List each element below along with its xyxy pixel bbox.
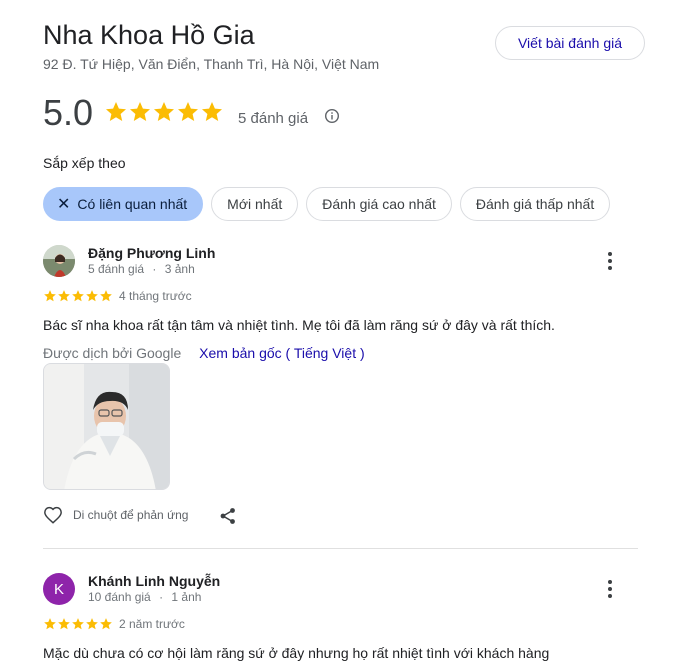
sort-chips: ✕ Có liên quan nhất Mới nhất Đánh giá ca…: [43, 187, 611, 221]
star-icon: [100, 290, 112, 302]
review-time: 2 năm trước: [119, 617, 185, 631]
star-icon: [86, 618, 98, 630]
reviewer-photo-count: 1 ảnh: [171, 590, 202, 604]
star-icon: [44, 618, 56, 630]
review-stars: [43, 289, 113, 303]
star-icon: [72, 618, 84, 630]
star-icon: [130, 102, 150, 121]
sort-chip-relevant[interactable]: ✕ Có liên quan nhất: [43, 187, 204, 221]
star-icon: [178, 102, 198, 121]
react-row: Di chuột để phản ứng: [43, 506, 188, 524]
reviewer-name[interactable]: Khánh Linh Nguyễn: [88, 573, 220, 589]
reviewer-review-count: 10 đánh giá: [88, 590, 151, 604]
heart-icon[interactable]: [43, 506, 63, 524]
write-review-button[interactable]: Viết bài đánh giá: [495, 26, 645, 60]
overall-rating: 5.0: [43, 92, 94, 133]
star-icon: [106, 102, 126, 121]
see-original-link[interactable]: Xem bản gốc ( Tiếng Việt ): [199, 345, 365, 361]
more-options-icon[interactable]: [600, 251, 620, 271]
sort-chip-newest[interactable]: Mới nhất: [211, 187, 299, 221]
sort-chip-highest[interactable]: Đánh giá cao nhất: [306, 187, 452, 221]
place-title: Nha Khoa Hồ Gia: [43, 20, 255, 50]
avatar[interactable]: K: [43, 573, 75, 605]
chip-label: Mới nhất: [227, 196, 283, 212]
review-text: Bác sĩ nha khoa rất tận tâm và nhiệt tìn…: [43, 317, 555, 333]
dentist-photo: [44, 364, 169, 489]
place-address: 92 Đ. Tứ Hiệp, Văn Điển, Thanh Trì, Hà N…: [43, 56, 380, 72]
reviewer-review-count: 5 đánh giá: [88, 262, 145, 276]
star-icon: [154, 102, 174, 121]
translated-by: Được dịch bởi Google: [43, 345, 182, 361]
star-icon: [86, 290, 98, 302]
star-icon: [100, 618, 112, 630]
reviewer-photo-count: 3 ảnh: [164, 262, 195, 276]
avatar[interactable]: [43, 245, 75, 277]
sort-chip-lowest[interactable]: Đánh giá thấp nhất: [459, 187, 611, 221]
star-icon: [58, 290, 70, 302]
meta-separator: ·: [152, 262, 157, 276]
review-photo[interactable]: [43, 363, 170, 490]
react-label: Di chuột để phản ứng: [73, 508, 189, 522]
overall-stars: [104, 100, 224, 124]
reviewer-meta: 5 đánh giá · 3 ảnh: [88, 262, 195, 276]
chip-label: Có liên quan nhất: [77, 196, 188, 212]
more-options-icon[interactable]: [600, 579, 620, 599]
reviewer-name[interactable]: Đặng Phương Linh: [88, 245, 215, 261]
share-icon[interactable]: [219, 507, 237, 525]
reviewer-meta: 10 đánh giá · 1 ảnh: [88, 590, 201, 604]
chip-label: Đánh giá thấp nhất: [475, 196, 595, 212]
review-text: Mặc dù chưa có cơ hội làm răng sứ ở đây …: [43, 645, 550, 661]
review-stars: [43, 617, 113, 631]
translation-note: Được dịch bởi Google Xem bản gốc ( Tiếng…: [43, 345, 365, 361]
star-icon: [202, 102, 222, 121]
info-icon[interactable]: [324, 108, 340, 124]
sort-label: Sắp xếp theo: [43, 155, 126, 171]
star-icon: [44, 290, 56, 302]
star-icon: [58, 618, 70, 630]
star-icon: [72, 290, 84, 302]
review-time: 4 tháng trước: [119, 289, 192, 303]
meta-separator: ·: [159, 590, 164, 604]
divider: [43, 548, 638, 549]
avatar-image: [43, 245, 75, 277]
total-review-count: 5 đánh giá: [238, 110, 309, 127]
close-icon: ✕: [57, 196, 71, 213]
chip-label: Đánh giá cao nhất: [322, 196, 436, 212]
